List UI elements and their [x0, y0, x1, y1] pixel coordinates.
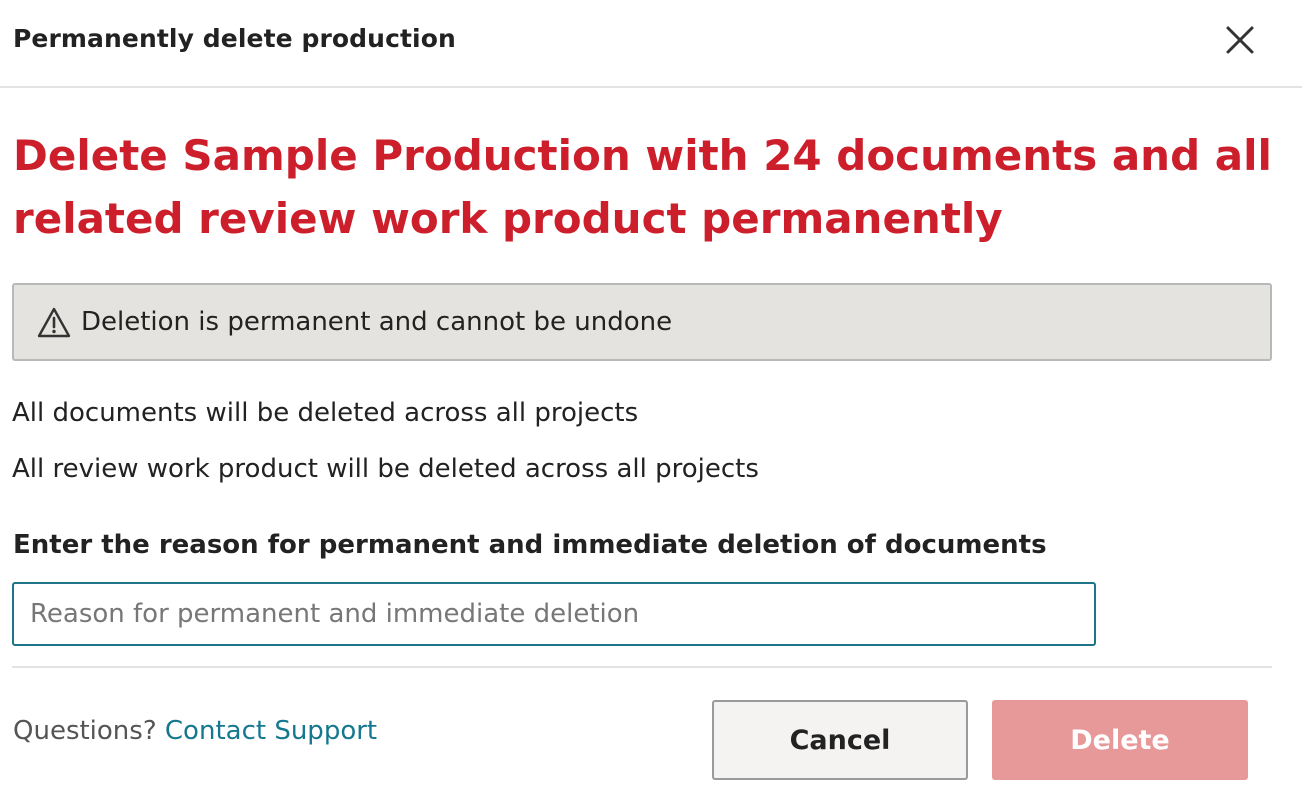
reason-field-label: Enter the reason for permanent and immed… [13, 530, 1047, 560]
delete-headline: Delete Sample Production with 24 documen… [13, 131, 1272, 243]
delete-button[interactable]: Delete [992, 700, 1248, 780]
info-documents-deleted: All documents will be deleted across all… [12, 398, 639, 428]
reason-input[interactable] [12, 582, 1096, 646]
contact-support-link[interactable]: Contact Support [165, 716, 377, 746]
info-work-product-deleted: All review work product will be deleted … [12, 454, 759, 484]
close-button[interactable] [1218, 18, 1262, 62]
warning-text: Deletion is permanent and cannot be undo… [81, 307, 673, 337]
dialog-title: Permanently delete production [13, 24, 456, 53]
close-icon [1226, 26, 1254, 54]
delete-production-dialog: Permanently delete production Delete Sam… [0, 0, 1302, 798]
warning-banner: Deletion is permanent and cannot be undo… [12, 283, 1272, 361]
questions-text: Questions? [13, 716, 165, 746]
dialog-header: Permanently delete production [0, 0, 1302, 88]
cancel-button[interactable]: Cancel [712, 700, 968, 780]
support-prompt: Questions? Contact Support [13, 716, 377, 746]
warning-triangle-icon [37, 307, 71, 338]
footer-divider [12, 666, 1272, 668]
